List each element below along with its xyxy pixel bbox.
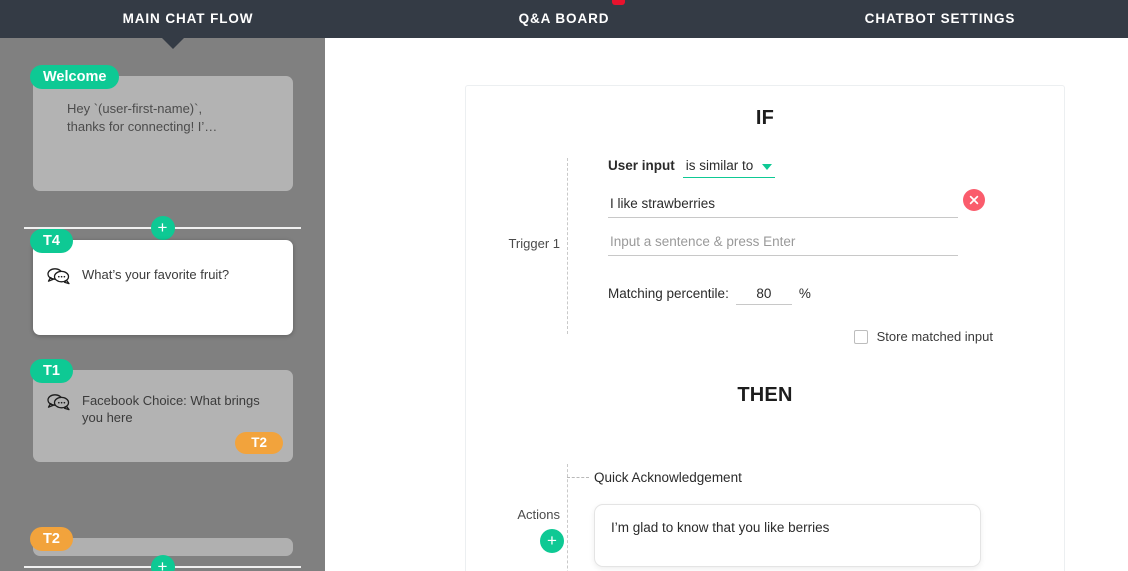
rule-editor-panel: IF Trigger 1 User input is similar to I …: [325, 38, 1128, 571]
chevron-down-icon: [762, 163, 773, 170]
add-action-button[interactable]: +: [540, 529, 564, 553]
flow-card-tag-welcome: Welcome: [30, 65, 120, 89]
action-branch-connector: [567, 477, 589, 478]
add-flow-card-button-1[interactable]: +: [150, 216, 175, 240]
flow-card-t1-goto-tag[interactable]: T2: [235, 432, 283, 454]
trigger-label: Trigger 1: [508, 236, 560, 251]
flow-divider-2: +: [24, 555, 301, 571]
flow-card-tag-t2: T2: [30, 527, 73, 551]
delete-sentence-button-1[interactable]: [963, 189, 985, 211]
flow-card-t1[interactable]: T1 Facebook Choice: What brings you here: [30, 359, 293, 462]
store-matched-input-row[interactable]: Store matched input: [608, 329, 993, 344]
tab-main-chat-flow-label: MAIN CHAT FLOW: [122, 11, 254, 26]
tab-chatbot-settings-label: CHATBOT SETTINGS: [864, 11, 1016, 26]
tab-chatbot-settings[interactable]: CHATBOT SETTINGS: [752, 0, 1128, 38]
tab-main-chat-flow[interactable]: MAIN CHAT FLOW: [0, 0, 376, 38]
active-tab-caret-icon: [162, 38, 184, 49]
app-root: MAIN CHAT FLOW Q&A BOARD 2 CHATBOT SETTI…: [0, 0, 1128, 571]
flow-card-welcome[interactable]: Welcome Hey `(user-first-name)`, thanks …: [30, 65, 293, 191]
condition-subject-label: User input: [608, 158, 675, 173]
top-navigation-bar: MAIN CHAT FLOW Q&A BOARD 2 CHATBOT SETTI…: [0, 0, 1128, 38]
chat-flow-sidebar[interactable]: Welcome Hey `(user-first-name)`, thanks …: [0, 38, 325, 571]
flow-card-t4-text: What’s your favorite fruit?: [82, 267, 230, 282]
add-flow-card-button-2[interactable]: +: [150, 555, 175, 571]
action-message-textarea[interactable]: [594, 504, 981, 567]
sentence-row-2: [608, 234, 1064, 256]
flow-card-t1-text: Facebook Choice: What brings you here: [82, 393, 260, 425]
rule-card: IF Trigger 1 User input is similar to I …: [465, 85, 1065, 571]
flow-card-t2[interactable]: T2: [30, 527, 293, 556]
flow-card-tag-t1: T1: [30, 359, 73, 383]
store-matched-input-label: Store matched input: [876, 329, 993, 344]
chat-bubbles-icon: [47, 393, 71, 416]
then-section-title: THEN: [737, 384, 793, 406]
actions-section: Actions + Quick Acknowledgement: [466, 454, 1064, 571]
close-icon: [969, 195, 979, 205]
condition-row: User input is similar to: [608, 158, 1064, 178]
if-section-title: IF: [755, 107, 775, 129]
flow-card-t4[interactable]: T4 What’s your favorite fruit?: [30, 229, 293, 335]
matching-percentile-input[interactable]: [735, 286, 792, 305]
condition-operator-value: is similar to: [685, 158, 754, 173]
condition-operator-select[interactable]: is similar to: [682, 158, 776, 178]
trigger-sentence-input-1[interactable]: [608, 196, 958, 218]
store-matched-input-checkbox[interactable]: [853, 329, 868, 344]
matching-percentile-label: Matching percentile:: [608, 286, 729, 301]
tab-qa-board[interactable]: Q&A BOARD 2: [376, 0, 752, 38]
trigger-section: Trigger 1 User input is similar to I lik…: [466, 158, 1064, 344]
flow-card-tag-t4: T4: [30, 229, 73, 253]
qa-board-notification-badge: 2: [612, 0, 626, 5]
percent-sign-label: %: [798, 286, 811, 301]
trigger-sentence-input-2[interactable]: [608, 234, 958, 256]
matching-percentile-row: Matching percentile: %: [608, 286, 1064, 305]
chat-bubbles-icon: [47, 267, 71, 290]
sentence-row-1: [608, 189, 1064, 218]
tab-qa-board-label: Q&A BOARD: [518, 11, 610, 26]
action-name-label: Quick Acknowledgement: [594, 470, 742, 485]
actions-label: Actions: [517, 507, 560, 522]
